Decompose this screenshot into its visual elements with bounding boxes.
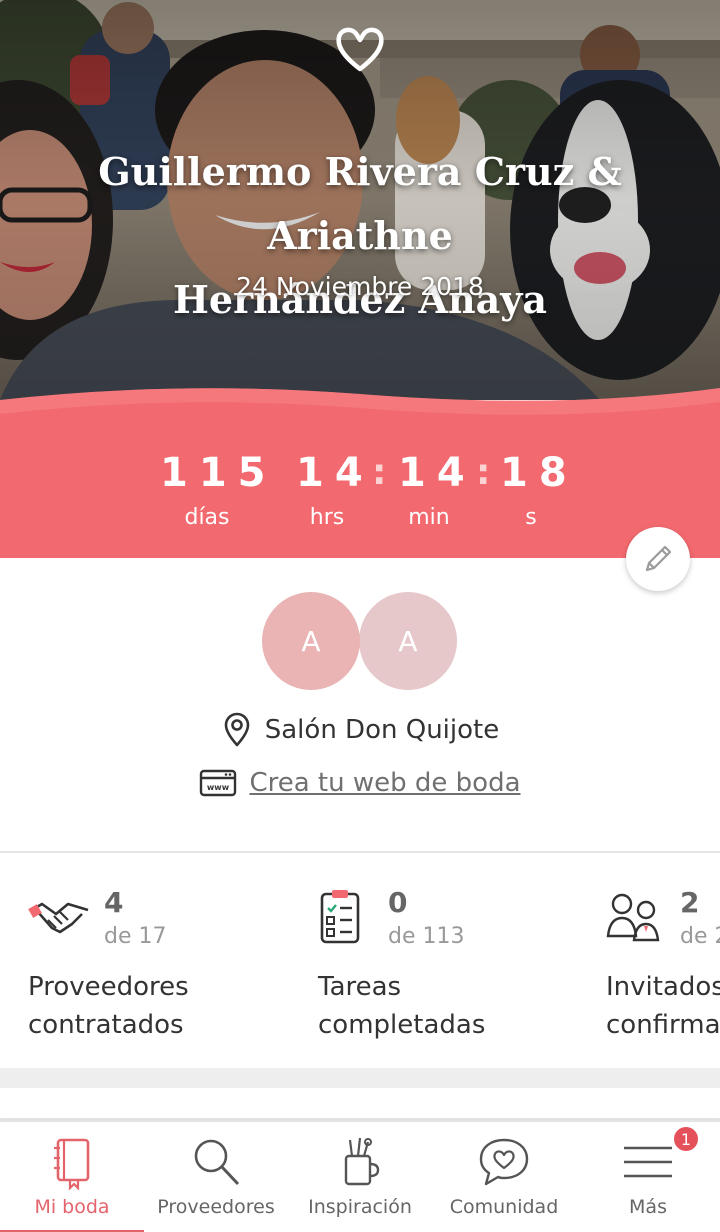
checklist-icon bbox=[320, 890, 360, 944]
hero-section: Guillermo Rivera Cruz & Ariathne Hernánd… bbox=[0, 0, 720, 400]
guests-count: 2 bbox=[680, 886, 700, 919]
countdown-days-label: días bbox=[184, 505, 230, 530]
vendors-total: de 17 bbox=[104, 924, 167, 949]
notebook-icon bbox=[54, 1138, 90, 1190]
countdown-seconds: 18 bbox=[500, 450, 578, 496]
guests-total: de 2 bbox=[680, 924, 720, 949]
guests-label: Invitados confirmados bbox=[606, 968, 720, 1044]
tasks-total: de 113 bbox=[388, 924, 465, 949]
nav-label: Mi boda bbox=[34, 1196, 110, 1218]
search-icon bbox=[194, 1139, 240, 1186]
countdown-separator: : bbox=[372, 452, 387, 493]
guests-label-line-2: confirmados bbox=[606, 1010, 720, 1040]
nav-label: Más bbox=[629, 1196, 667, 1218]
nav-comunidad[interactable]: Comunidad bbox=[432, 1122, 576, 1232]
heart-logo-icon bbox=[336, 27, 384, 72]
countdown-hours: 14 bbox=[296, 450, 374, 496]
couple-names-line-1: Guillermo Rivera Cruz & Ariathne bbox=[98, 149, 622, 258]
vendors-label-line-1: Proveedores bbox=[28, 972, 189, 1002]
pencil-icon bbox=[645, 545, 672, 572]
create-website-label: Crea tu web de boda bbox=[249, 768, 521, 798]
nav-inspiracion[interactable]: Inspiración bbox=[288, 1122, 432, 1232]
venue-name: Salón Don Quijote bbox=[264, 715, 500, 745]
edit-wedding-button[interactable] bbox=[626, 527, 690, 591]
countdown-seconds-label: s bbox=[525, 505, 537, 530]
stat-tasks[interactable]: 0 de 113 Tareas completadas bbox=[316, 876, 606, 1066]
nav-label: Comunidad bbox=[449, 1196, 559, 1218]
guests-icon bbox=[606, 893, 660, 942]
tasks-count: 0 bbox=[388, 886, 408, 919]
nav-proveedores[interactable]: Proveedores bbox=[144, 1122, 288, 1232]
vendors-count: 4 bbox=[104, 886, 124, 919]
guests-label-line-1: Invitados bbox=[606, 972, 720, 1002]
tasks-label-line-1: Tareas bbox=[318, 972, 402, 1002]
bottom-navigation: Mi boda Proveedores Inspiración Comunida… bbox=[0, 1120, 720, 1232]
countdown-days: 115 bbox=[160, 450, 277, 496]
countdown-minutes-label: min bbox=[408, 505, 450, 530]
web-browser-icon: www bbox=[200, 769, 237, 797]
countdown-hours-label: hrs bbox=[309, 505, 345, 530]
couple-names: Guillermo Rivera Cruz & Ariathne Hernánd… bbox=[0, 140, 720, 332]
tasks-label: Tareas completadas bbox=[318, 968, 606, 1044]
stat-guests[interactable]: 2 de 2 Invitados confirmados bbox=[604, 876, 720, 1066]
section-separator bbox=[0, 1068, 720, 1088]
stat-vendors[interactable]: 4 de 17 Proveedores contratados bbox=[28, 876, 318, 1066]
countdown-separator: : bbox=[476, 452, 491, 493]
location-pin-icon bbox=[224, 712, 250, 747]
inspiration-cup-icon bbox=[344, 1137, 380, 1186]
handshake-icon bbox=[28, 902, 89, 934]
countdown-minutes: 14 bbox=[398, 450, 476, 496]
partner-avatar-1[interactable]: A bbox=[262, 592, 360, 690]
chat-heart-icon bbox=[479, 1138, 529, 1186]
vendors-label: Proveedores contratados bbox=[28, 968, 318, 1044]
notification-badge: 1 bbox=[672, 1125, 700, 1153]
nav-label: Inspiración bbox=[308, 1196, 412, 1218]
create-website-link[interactable]: www Crea tu web de boda bbox=[0, 768, 720, 798]
venue-row[interactable]: Salón Don Quijote bbox=[0, 712, 720, 748]
nav-label: Proveedores bbox=[157, 1196, 275, 1218]
menu-icon bbox=[624, 1146, 672, 1178]
svg-text:www: www bbox=[207, 783, 230, 792]
wedding-date: 24 Noviembre 2018 bbox=[236, 272, 484, 301]
section-divider bbox=[0, 851, 720, 853]
vendors-label-line-2: contratados bbox=[28, 1010, 184, 1040]
partner-avatar-2[interactable]: A bbox=[359, 592, 457, 690]
tasks-label-line-2: completadas bbox=[318, 1010, 486, 1040]
nav-mi-boda[interactable]: Mi boda bbox=[0, 1122, 144, 1232]
